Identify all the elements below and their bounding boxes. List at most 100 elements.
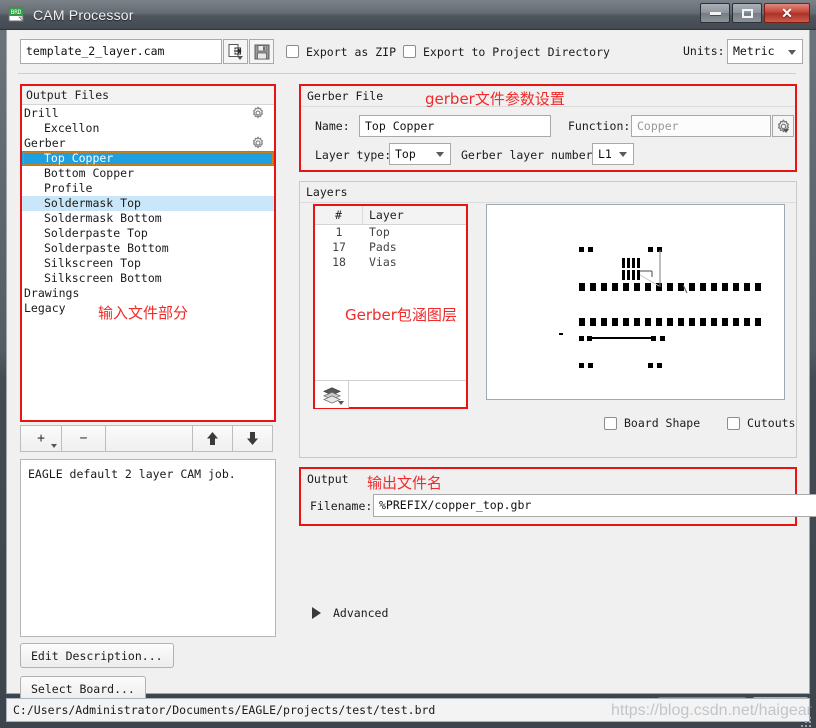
gerber-name-input[interactable]: Top Copper [359,115,551,137]
layers-table-row[interactable]: 1Top [315,225,466,240]
output-file-item-soldermask-top[interactable]: Soldermask Top [22,196,274,211]
output-file-label: Silkscreen Bottom [44,271,162,285]
save-job-button[interactable] [249,39,274,64]
filename-input[interactable]: %PREFIX/copper_top.gbr [373,494,816,517]
output-file-item-drawings[interactable]: Drawings [22,286,274,301]
window-title: CAM Processor [33,7,134,23]
output-file-settings-gear[interactable] [251,136,266,151]
checkbox-box [286,45,299,58]
output-file-item-solderpaste-top[interactable]: Solderpaste Top [22,226,274,241]
output-file-label: Silkscreen Top [44,256,141,270]
job-file-input[interactable]: template_2_layer.cam [20,39,222,64]
window-controls: ✕ [700,3,810,23]
move-down-button[interactable] [232,425,273,452]
layer-type-label: Layer type: [315,144,391,166]
output-file-item-bottom-copper[interactable]: Bottom Copper [22,166,274,181]
remove-output-button[interactable]: − [61,425,106,452]
output-file-item-gerber[interactable]: Gerber [22,136,274,151]
maximize-button[interactable] [732,3,762,23]
layer-type-select[interactable]: Top [389,143,451,165]
gerber-layer-number-label: Gerber layer number: [461,144,599,166]
minimize-icon [710,12,721,15]
output-file-label: Drill [24,106,59,120]
output-file-label: Excellon [44,121,99,135]
add-output-button[interactable]: + [20,425,62,452]
output-file-item-drill[interactable]: Drill [22,106,274,121]
brd-file-icon: BRD [8,6,26,24]
job-description-box[interactable]: EAGLE default 2 layer CAM job. [20,459,276,637]
output-file-item-excellon[interactable]: Excellon [22,121,274,136]
units-select[interactable]: Metric [727,39,803,64]
move-up-button[interactable] [192,425,233,452]
output-files-panel: Output Files DrillExcellonGerberTop Copp… [20,84,276,422]
output-file-item-solderpaste-bottom[interactable]: Solderpaste Bottom [22,241,274,256]
layer-number: 1 [315,225,363,240]
units-label: Units: [683,39,725,64]
layer-type-value: Top [395,147,416,161]
checkbox-box [727,417,740,430]
gerber-layer-number-select[interactable]: L1 [592,143,634,165]
board-shape-checkbox[interactable]: Board Shape [604,416,700,430]
function-input[interactable]: Copper [631,115,771,137]
chevron-right-icon [312,607,321,619]
layer-name: Pads [363,240,466,255]
column-header-number: # [315,206,363,224]
checkbox-box [604,417,617,430]
svg-text:BRD: BRD [11,9,22,16]
advanced-disclosure[interactable]: Advanced [312,606,388,620]
layers-add-combo[interactable] [315,380,466,407]
layers-table-row[interactable]: 18Vias [315,255,466,270]
remove-label: − [80,431,88,446]
annotation-gerber-layers: Gerber包涵图层 [345,304,457,325]
open-job-button[interactable] [223,39,248,64]
output-file-label: Legacy [24,301,66,315]
export-to-project-directory-checkbox[interactable]: Export to Project Directory [403,39,610,64]
edit-description-button[interactable]: Edit Description... [20,643,174,668]
layers-stack-button[interactable] [315,381,349,408]
minimize-button[interactable] [700,3,730,23]
function-settings-button[interactable] [772,115,794,137]
close-button[interactable]: ✕ [764,3,810,23]
output-files-toolbar: + − [20,425,276,452]
layers-table-row[interactable]: 17Pads [315,240,466,255]
add-label: + [37,431,45,446]
output-file-item-soldermask-bottom[interactable]: Soldermask Bottom [22,211,274,226]
title-bar: BRD CAM Processor ✕ [0,0,816,30]
chevron-down-icon [51,444,57,448]
units-value: Metric [733,44,775,58]
output-file-label: Bottom Copper [44,166,134,180]
output-file-label: Top Copper [44,151,113,165]
close-icon: ✕ [781,6,793,20]
output-file-item-silkscreen-bottom[interactable]: Silkscreen Bottom [22,271,274,286]
output-file-item-silkscreen-top[interactable]: Silkscreen Top [22,256,274,271]
toolbar-spacer [105,425,193,452]
resize-grip[interactable] [800,713,812,725]
output-files-header: Output Files [22,86,274,105]
output-file-item-profile[interactable]: Profile [22,181,274,196]
output-file-settings-gear[interactable] [251,106,266,121]
left-column: Output Files DrillExcellonGerberTop Copp… [20,84,278,677]
layers-table: # Layer 1Top17Pads18Vias Gerber包涵图层 [313,204,468,409]
pcb-preview-drawing [487,205,784,399]
layer-name: Vias [363,255,466,270]
right-column: Gerber File Name: Top Copper Function: C… [299,84,797,508]
cutouts-checkbox[interactable]: Cutouts [727,416,795,430]
output-files-list[interactable]: DrillExcellonGerberTop CopperBottom Copp… [22,106,274,420]
watermark-text: https://blog.csdn.net/haigear [611,702,812,720]
gear-icon [251,106,265,120]
layers-table-body[interactable]: 1Top17Pads18Vias [315,225,466,270]
chevron-down-icon [436,152,444,157]
output-file-label: Soldermask Bottom [44,211,162,225]
export-as-zip-checkbox[interactable]: Export as ZIP [286,39,396,64]
move-up-icon [206,431,219,446]
checkbox-box [403,45,416,58]
layers-group: Layers # Layer 1Top17Pads18Vias Gerber包涵… [299,181,797,458]
output-file-label: Drawings [24,286,79,300]
output-file-item-top-copper[interactable]: Top Copper [22,151,274,166]
gerber-preview [486,204,785,400]
maximize-icon [742,9,753,18]
chevron-down-icon [619,152,627,157]
output-file-label: Solderpaste Bottom [44,241,169,255]
layer-name: Top [363,225,466,240]
function-label: Function: [568,115,630,137]
